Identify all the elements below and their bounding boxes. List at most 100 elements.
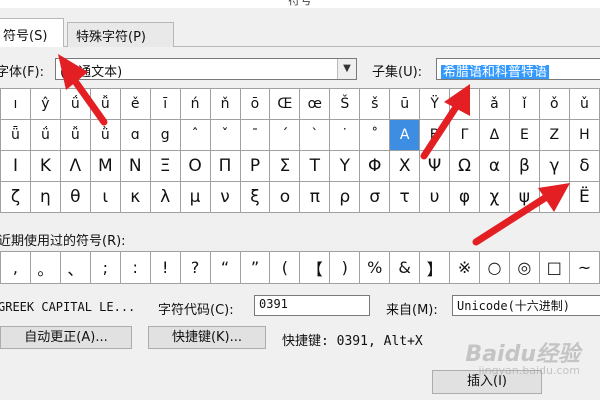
symbol-cell[interactable]: A [389, 119, 421, 151]
symbol-cell[interactable]: ǒ [538, 88, 570, 120]
symbol-cell[interactable]: Š [329, 88, 361, 120]
symbol-cell[interactable]: g [149, 119, 181, 151]
font-select[interactable]: (普通文本) ▼ [55, 58, 357, 80]
recent-symbol-cell[interactable]: ◎ [508, 251, 540, 284]
symbol-cell[interactable]: σ [359, 181, 391, 213]
symbol-cell[interactable]: ū [389, 88, 421, 120]
symbol-cell[interactable]: π [299, 181, 331, 213]
autocorrect-button[interactable]: 自动更正(A)... [0, 326, 132, 349]
symbol-cell[interactable]: κ [119, 181, 151, 213]
symbol-cell[interactable]: ƒ [449, 88, 480, 120]
recent-symbol-cell[interactable]: , [0, 251, 31, 284]
symbol-cell[interactable]: μ [179, 181, 211, 213]
symbol-cell[interactable]: Ε [508, 119, 540, 151]
tab-symbols[interactable]: 符号(S) [0, 18, 64, 47]
symbol-cell[interactable]: Γ [449, 119, 480, 151]
symbol-cell[interactable]: Ξ [149, 150, 181, 182]
recent-symbol-cell[interactable]: ( [269, 251, 301, 284]
symbol-cell[interactable]: ˆ [179, 119, 211, 151]
recent-symbol-cell[interactable]: ! [149, 251, 181, 284]
recent-symbol-cell[interactable]: ; [89, 251, 121, 284]
symbol-cell[interactable]: ǖ [0, 119, 31, 151]
symbol-cell[interactable]: Ë [568, 181, 600, 213]
symbol-cell[interactable]: α [479, 150, 510, 182]
symbol-cell[interactable]: ŷ [29, 88, 61, 120]
symbol-cell[interactable]: ˋ [299, 119, 331, 151]
recent-symbol-cell[interactable]: % [359, 251, 391, 284]
symbol-cell[interactable]: ι [89, 181, 121, 213]
symbol-cell[interactable]: φ [449, 181, 480, 213]
symbol-cell[interactable]: ī [149, 88, 181, 120]
symbol-cell[interactable]: ě [119, 88, 151, 120]
recent-symbol-cell[interactable]: ※ [449, 251, 480, 284]
symbol-cell[interactable]: ǐ [508, 88, 540, 120]
symbol-cell[interactable]: Τ [299, 150, 331, 182]
symbol-cell[interactable]: ο [269, 181, 301, 213]
symbol-cell[interactable]: χ [479, 181, 510, 213]
symbol-cell[interactable]: ǚ [59, 119, 91, 151]
symbol-cell[interactable]: ω [538, 181, 570, 213]
symbol-cell[interactable]: ψ [508, 181, 540, 213]
symbol-cell[interactable]: œ [299, 88, 331, 120]
recent-symbol-cell[interactable]: ~ [568, 251, 600, 284]
recent-symbol-cell[interactable]: 、 [59, 251, 91, 284]
symbol-cell[interactable]: Σ [269, 150, 301, 182]
recent-symbol-cell[interactable]: 。 [29, 251, 61, 284]
recent-symbol-cell[interactable]: ) [329, 251, 361, 284]
symbol-cell[interactable]: Ρ [239, 150, 271, 182]
symbol-cell[interactable]: ǘ [29, 119, 61, 151]
recent-symbol-cell[interactable]: 】 [419, 251, 451, 284]
symbol-cell[interactable]: τ [389, 181, 421, 213]
symbol-cell[interactable]: ı [0, 88, 31, 120]
symbol-cell[interactable]: ξ [239, 181, 271, 213]
symbol-cell[interactable]: ˇ [209, 119, 241, 151]
symbol-cell[interactable]: ˉ [239, 119, 271, 151]
symbol-cell[interactable]: Ι [0, 150, 31, 182]
subset-select[interactable]: 希腊语和科普特语 [436, 58, 600, 80]
symbol-cell[interactable]: Ο [179, 150, 211, 182]
symbol-cell[interactable]: Φ [359, 150, 391, 182]
symbol-cell[interactable]: Δ [479, 119, 510, 151]
symbol-cell[interactable]: Π [209, 150, 241, 182]
symbol-cell[interactable]: ˙ [329, 119, 361, 151]
recent-symbol-cell[interactable]: ? [179, 251, 211, 284]
symbol-cell[interactable]: ν [209, 181, 241, 213]
symbol-cell[interactable]: η [29, 181, 61, 213]
symbol-cell[interactable]: Λ [59, 150, 91, 182]
symbol-cell[interactable]: Ω [449, 150, 480, 182]
symbol-cell[interactable]: Χ [389, 150, 421, 182]
tab-special-characters[interactable]: 特殊字符(P) [67, 22, 174, 47]
recent-symbol-cell[interactable]: : [119, 251, 151, 284]
symbol-cell[interactable]: ǘ [59, 88, 91, 120]
symbol-cell[interactable]: ˊ [269, 119, 301, 151]
symbol-cell[interactable]: ǎ [479, 88, 510, 120]
recent-symbol-cell[interactable]: ○ [479, 251, 510, 284]
symbol-cell[interactable]: Ν [119, 150, 151, 182]
symbol-cell[interactable]: Β [419, 119, 451, 151]
symbol-cell[interactable]: Ÿ [419, 88, 451, 120]
symbol-cell[interactable]: ˚ [359, 119, 391, 151]
recent-symbol-cell[interactable]: ” [239, 251, 271, 284]
symbol-cell[interactable]: Œ [269, 88, 301, 120]
symbol-cell[interactable]: Υ [329, 150, 361, 182]
symbol-cell[interactable]: δ [568, 150, 600, 182]
recent-symbol-cell[interactable]: □ [538, 251, 570, 284]
symbol-cell[interactable]: Ψ [419, 150, 451, 182]
shortcut-key-button[interactable]: 快捷键(K)... [148, 326, 266, 349]
symbol-cell[interactable]: γ [538, 150, 570, 182]
symbol-cell[interactable]: ń [179, 88, 211, 120]
symbol-cell[interactable]: β [508, 150, 540, 182]
char-code-input[interactable]: 0391 [254, 295, 370, 316]
chevron-down-icon[interactable]: ▼ [337, 59, 356, 79]
symbol-cell[interactable]: ζ [0, 181, 31, 213]
symbol-cell[interactable]: Ζ [538, 119, 570, 151]
symbol-cell[interactable]: ň [209, 88, 241, 120]
symbol-cell[interactable]: Κ [29, 150, 61, 182]
symbol-cell[interactable]: ɑ [119, 119, 151, 151]
symbol-cell[interactable]: ǔ [568, 88, 600, 120]
symbol-cell[interactable]: ō [239, 88, 271, 120]
symbol-cell[interactable]: ρ [329, 181, 361, 213]
symbol-cell[interactable]: λ [149, 181, 181, 213]
symbol-cell[interactable]: Η [568, 119, 600, 151]
symbol-cell[interactable]: θ [59, 181, 91, 213]
